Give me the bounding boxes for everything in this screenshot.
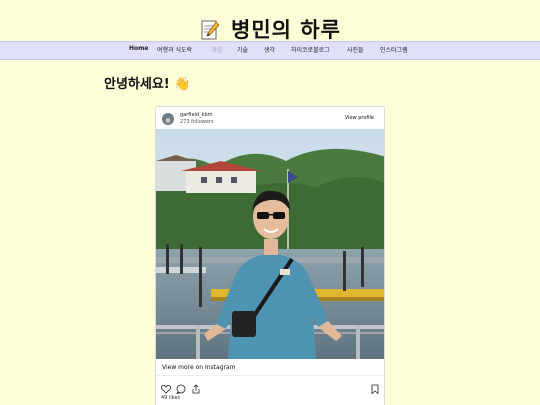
nav-item-thoughts[interactable]: 생각 [264,45,275,54]
site-title-text: 병민의 하루 [231,18,341,42]
comment-icon[interactable] [175,379,186,395]
site-header: 병민의 하루 [0,0,540,42]
nav-item-haiko-blog[interactable]: 하이코로블로그 [291,45,330,54]
view-more-link[interactable]: View more on Instagram [162,364,236,371]
instagram-embed: garfield_kbm 273 followers View profile [155,106,385,405]
nav-item-photos[interactable]: 사진들 [347,45,364,54]
view-profile-link[interactable]: View profile [345,115,374,121]
nav-item-travel[interactable]: 여행과 식도락 [157,45,192,54]
share-icon[interactable] [191,379,201,394]
bookmark-icon[interactable] [370,379,380,395]
instagram-followers: 273 followers [180,119,214,125]
greeting-heading: 안녕하세요! 👋 [104,77,191,92]
nav-item-game[interactable]: 게임 [211,45,222,54]
nav-item-home[interactable]: Home [129,45,148,52]
main-nav: Home 여행과 식도락 게임 기술 생각 하이코로블로그 사진들 인스타그램 [0,41,540,60]
instagram-username[interactable]: garfield_kbm [180,112,213,118]
avatar[interactable] [162,113,174,125]
nav-item-tech[interactable]: 기술 [237,45,248,54]
likes-count: 49 likes [161,395,181,401]
instagram-photo[interactable] [156,129,384,359]
divider [156,375,384,376]
nav-item-instagram[interactable]: 인스타그램 [380,45,408,54]
heart-icon[interactable] [161,379,171,394]
